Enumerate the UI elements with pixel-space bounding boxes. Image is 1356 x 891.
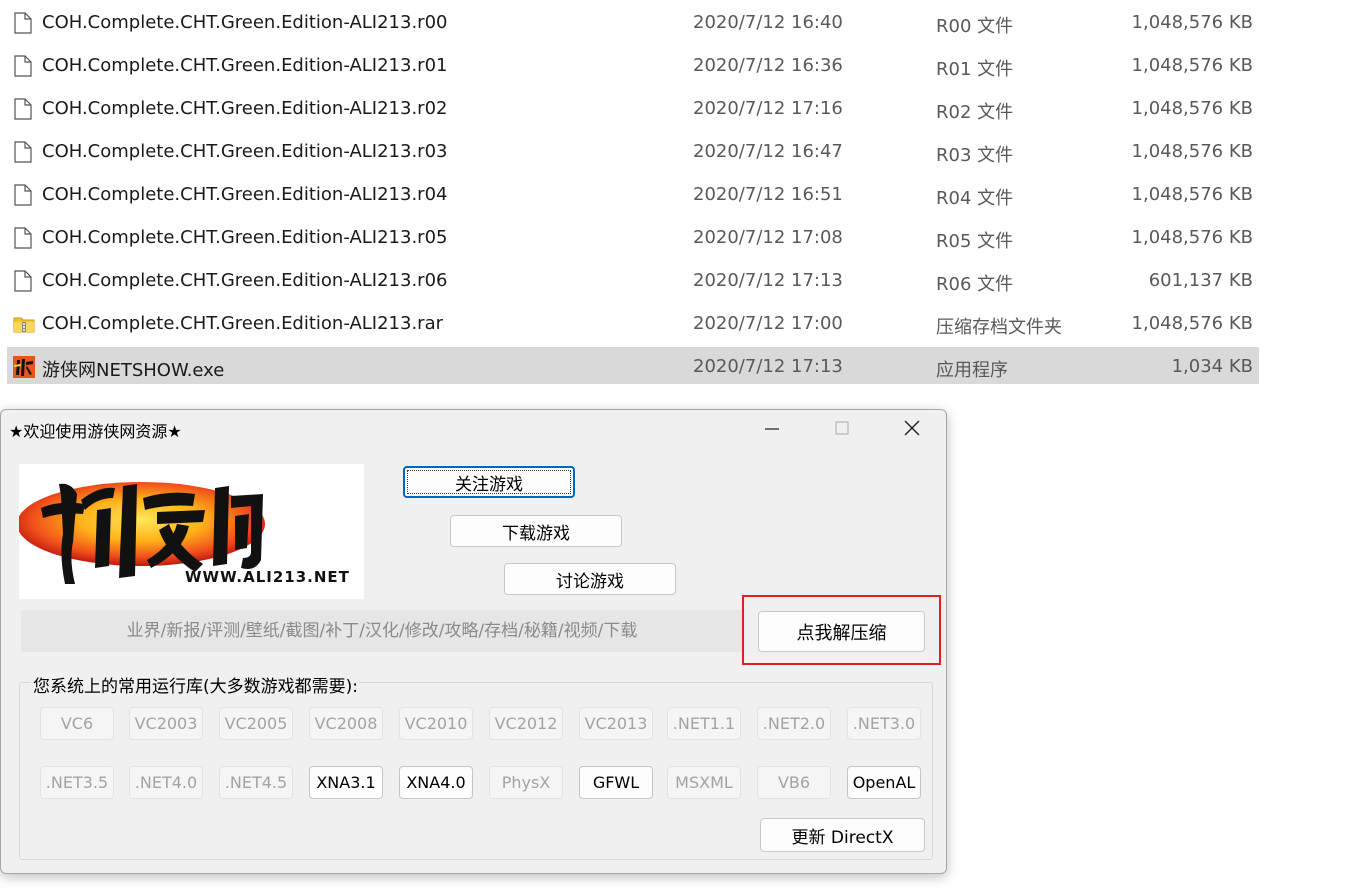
document-icon [13, 184, 33, 206]
file-row[interactable]: 游侠网NETSHOW.exe 2020/7/12 17:13 应用程序 1,034 K… [7, 347, 1259, 384]
update-directx-label: 更新 DirectX [791, 827, 894, 848]
runtime-net30-button[interactable]: .NET3.0 [847, 707, 921, 740]
runtime-msxml-button[interactable]: MSXML [667, 766, 741, 799]
update-directx-button[interactable]: 更新 DirectX [760, 818, 925, 852]
file-row[interactable]: COH.Complete.CHT.Green.Edition-ALI213.r0… [7, 132, 1259, 169]
download-game-label: 下载游戏 [502, 523, 570, 544]
close-button[interactable] [882, 410, 942, 446]
runtime-vc2003-button[interactable]: VC2003 [129, 707, 203, 740]
file-size: 1,048,576 KB [1131, 141, 1253, 162]
runtime-group-label: 您系统上的常用运行库(大多数游戏都需要): [31, 672, 360, 697]
runtime-vc2012-button[interactable]: VC2012 [489, 707, 563, 740]
runtime-vc2005-button[interactable]: VC2005 [219, 707, 293, 740]
file-type: R03 文件 [936, 145, 1014, 166]
runtime-net45-button[interactable]: .NET4.5 [219, 766, 293, 799]
follow-game-label: 关注游戏 [455, 474, 523, 495]
document-icon [13, 227, 33, 249]
maximize-icon [835, 421, 849, 435]
netshow-dialog: ★欢迎使用游侠网资源★ WWW.ALI213.NET 关注游戏 下载游戏 讨论游… [0, 409, 947, 874]
document-icon [13, 55, 33, 77]
runtime-vb6-button[interactable]: VB6 [757, 766, 831, 799]
file-type: R00 文件 [936, 16, 1014, 37]
extract-highlight-box [742, 595, 941, 665]
file-size: 1,034 KB [1171, 356, 1253, 377]
file-size: 1,048,576 KB [1131, 55, 1253, 76]
file-size: 1,048,576 KB [1131, 184, 1253, 205]
runtime-xna31-button[interactable]: XNA3.1 [309, 766, 383, 799]
file-type: 应用程序 [936, 360, 1008, 381]
app-icon [13, 356, 35, 378]
runtime-vc2010-button[interactable]: VC2010 [399, 707, 473, 740]
file-name: 游侠网NETSHOW.exe [42, 360, 225, 381]
ali213-banner[interactable]: WWW.ALI213.NET [19, 464, 364, 599]
file-row[interactable]: COH.Complete.CHT.Green.Edition-ALI213.r0… [7, 175, 1259, 212]
file-row[interactable]: COH.Complete.CHT.Green.Edition-ALI213.r0… [7, 218, 1259, 255]
file-name: COH.Complete.CHT.Green.Edition-ALI213.r0… [42, 184, 448, 205]
file-type: R02 文件 [936, 102, 1014, 123]
close-icon [904, 420, 920, 436]
file-name: COH.Complete.CHT.Green.Edition-ALI213.r0… [42, 12, 448, 33]
runtime-net35-button[interactable]: .NET3.5 [40, 766, 114, 799]
file-type: R04 文件 [936, 188, 1014, 209]
runtime-vc6-button[interactable]: VC6 [40, 707, 114, 740]
file-size: 1,048,576 KB [1131, 313, 1253, 334]
file-size: 1,048,576 KB [1131, 98, 1253, 119]
download-game-button[interactable]: 下载游戏 [450, 515, 622, 547]
file-row[interactable]: COH.Complete.CHT.Green.Edition-ALI213.ra… [7, 304, 1259, 341]
file-type: R05 文件 [936, 231, 1014, 252]
file-date: 2020/7/12 17:16 [693, 98, 843, 119]
discuss-game-button[interactable]: 讨论游戏 [504, 563, 676, 595]
banner-url-text: WWW.ALI213.NET [185, 568, 350, 586]
document-icon [13, 98, 33, 120]
file-row[interactable]: COH.Complete.CHT.Green.Edition-ALI213.r0… [7, 89, 1259, 126]
file-date: 2020/7/12 17:13 [693, 270, 843, 291]
file-date: 2020/7/12 16:40 [693, 12, 843, 33]
dialog-titlebar[interactable]: ★欢迎使用游侠网资源★ [1, 410, 946, 448]
document-icon [13, 141, 33, 163]
runtime-net11-button[interactable]: .NET1.1 [667, 707, 741, 740]
file-size: 1,048,576 KB [1131, 227, 1253, 248]
discuss-game-label: 讨论游戏 [556, 571, 624, 592]
file-type: R01 文件 [936, 59, 1014, 80]
runtime-net20-button[interactable]: .NET2.0 [757, 707, 831, 740]
runtime-net40-button[interactable]: .NET4.0 [129, 766, 203, 799]
runtime-vc2013-button[interactable]: VC2013 [579, 707, 653, 740]
runtime-vc2008-button[interactable]: VC2008 [309, 707, 383, 740]
runtime-xna40-button[interactable]: XNA4.0 [399, 766, 473, 799]
file-date: 2020/7/12 17:13 [693, 356, 843, 377]
file-name: COH.Complete.CHT.Green.Edition-ALI213.r0… [42, 227, 448, 248]
follow-game-button[interactable]: 关注游戏 [403, 466, 575, 498]
file-row[interactable]: COH.Complete.CHT.Green.Edition-ALI213.r0… [7, 261, 1259, 298]
file-date: 2020/7/12 17:00 [693, 313, 843, 334]
runtime-gfwl-button[interactable]: GFWL [579, 766, 653, 799]
file-name: COH.Complete.CHT.Green.Edition-ALI213.r0… [42, 55, 448, 76]
file-type: 压缩存档文件夹 [936, 317, 1062, 338]
file-type: R06 文件 [936, 274, 1014, 295]
file-date: 2020/7/12 17:08 [693, 227, 843, 248]
runtime-openal-button[interactable]: OpenAL [847, 766, 921, 799]
maximize-button[interactable] [812, 410, 872, 446]
category-links-bar[interactable]: 业界/新报/评测/壁纸/截图/补丁/汉化/修改/攻略/存档/秘籍/视频/下载 [21, 610, 743, 652]
file-date: 2020/7/12 16:47 [693, 141, 843, 162]
document-icon [13, 270, 33, 292]
minimize-button[interactable] [742, 410, 802, 446]
file-name: COH.Complete.CHT.Green.Edition-ALI213.ra… [42, 313, 444, 334]
minimize-icon [765, 428, 779, 430]
file-size: 601,137 KB [1148, 270, 1253, 291]
dialog-title: ★欢迎使用游侠网资源★ [9, 422, 182, 441]
file-size: 1,048,576 KB [1131, 12, 1253, 33]
file-name: COH.Complete.CHT.Green.Edition-ALI213.r0… [42, 98, 448, 119]
file-date: 2020/7/12 16:36 [693, 55, 843, 76]
file-row[interactable]: COH.Complete.CHT.Green.Edition-ALI213.r0… [7, 46, 1259, 83]
file-name: COH.Complete.CHT.Green.Edition-ALI213.r0… [42, 270, 448, 291]
runtime-physx-button[interactable]: PhysX [489, 766, 563, 799]
document-icon [13, 12, 33, 34]
file-date: 2020/7/12 16:51 [693, 184, 843, 205]
zip-folder-icon [13, 313, 35, 335]
file-row[interactable]: COH.Complete.CHT.Green.Edition-ALI213.r0… [7, 3, 1259, 40]
file-name: COH.Complete.CHT.Green.Edition-ALI213.r0… [42, 141, 448, 162]
